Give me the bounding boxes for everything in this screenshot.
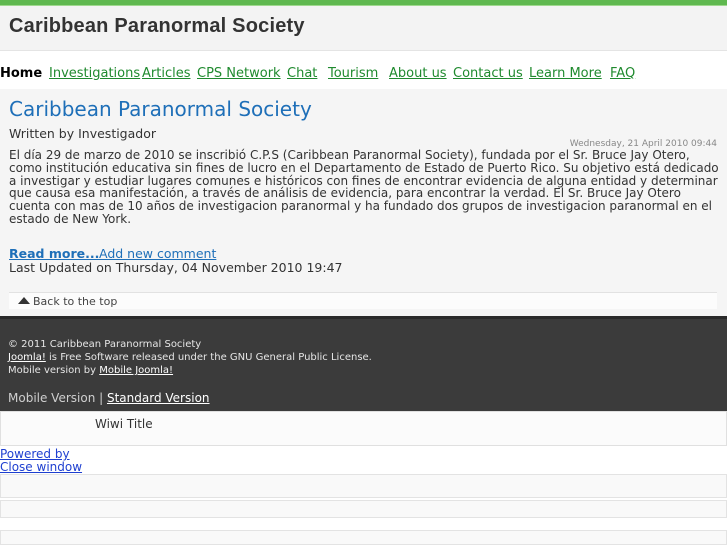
close-window-link[interactable]: Close window — [0, 461, 82, 474]
nav-item-home[interactable]: Home — [0, 66, 42, 81]
empty-panel-1 — [0, 474, 727, 498]
mobile-version-label: Mobile Version | — [8, 391, 107, 405]
version-switcher: Mobile Version | Standard Version — [8, 391, 210, 405]
back-to-top-label: Back to the top — [33, 295, 118, 308]
read-more-link[interactable]: Read more... — [9, 246, 99, 261]
joomla-link[interactable]: Joomla! — [8, 352, 46, 363]
site-footer: © 2011 Caribbean Paranormal Society Joom… — [0, 316, 727, 411]
empty-panel-3 — [0, 530, 727, 545]
footer-mobile-by: Mobile version by — [8, 365, 100, 376]
last-updated: Last Updated on Thursday, 04 November 20… — [9, 260, 343, 275]
add-comment-link[interactable]: Add new comment — [99, 246, 216, 261]
standard-version-link[interactable]: Standard Version — [107, 391, 210, 405]
back-to-top-button[interactable]: Back to the top — [9, 292, 717, 309]
article-author: Written by Investigador — [9, 126, 157, 141]
nav-item-investigations[interactable]: Investigations — [49, 66, 140, 81]
site-header: Caribbean Paranormal Society — [0, 6, 727, 51]
triangle-up-icon — [18, 297, 30, 304]
nav-item-learn-more[interactable]: Learn More — [529, 66, 602, 81]
popup-title: Wiwi Title — [95, 417, 153, 431]
article-title[interactable]: Caribbean Paranormal Society — [9, 97, 312, 121]
nav-item-articles[interactable]: Articles — [142, 66, 190, 81]
nav-item-contact-us[interactable]: Contact us — [453, 66, 523, 81]
mobile-joomla-link[interactable]: Mobile Joomla! — [99, 365, 173, 376]
footer-license: Joomla! is Free Software released under … — [8, 352, 372, 363]
article-container: Caribbean Paranormal Society Written by … — [0, 89, 727, 316]
footer-copyright: © 2011 Caribbean Paranormal Society — [8, 339, 202, 350]
footer-license-text: is Free Software released under the GNU … — [45, 352, 372, 363]
footer-mobile-credit: Mobile version by Mobile Joomla! — [8, 365, 173, 376]
site-title: Caribbean Paranormal Society — [9, 15, 305, 37]
empty-panel-2 — [0, 500, 727, 518]
popup-links: Powered by Close window — [0, 448, 82, 474]
popup-title-bar: Wiwi Title — [0, 411, 727, 446]
article-body: El día 29 de marzo de 2010 se inscribió … — [9, 148, 719, 226]
nav-item-tourism[interactable]: Tourism — [328, 66, 378, 81]
nav-item-cps-network[interactable]: CPS Network — [197, 66, 281, 81]
nav-item-chat[interactable]: Chat — [287, 66, 317, 81]
main-nav: Home Investigations Articles CPS Network… — [0, 66, 727, 86]
nav-item-about-us[interactable]: About us — [389, 66, 447, 81]
nav-item-faq[interactable]: FAQ — [610, 66, 635, 81]
